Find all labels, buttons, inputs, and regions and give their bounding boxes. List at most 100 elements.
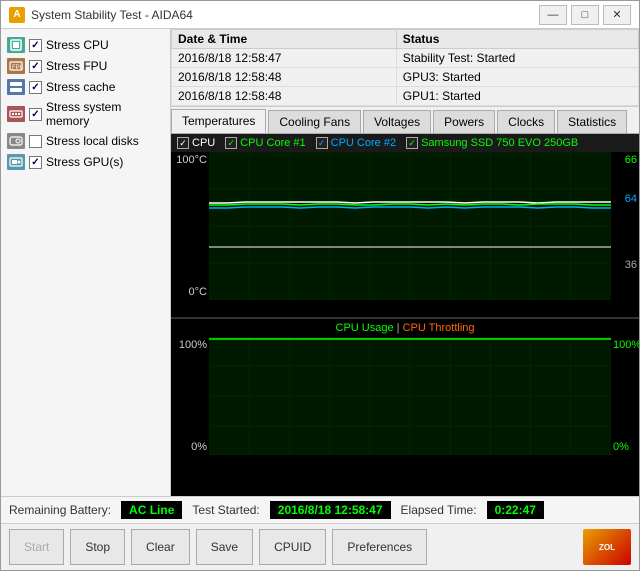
cb-stress-cpu[interactable]	[29, 39, 42, 52]
elapsed-label: Elapsed Time:	[401, 503, 477, 517]
memory-icon	[7, 106, 25, 122]
checkbox-stress-cpu[interactable]: Stress CPU	[7, 37, 164, 53]
window-title: System Stability Test - AIDA64	[31, 8, 539, 22]
label-stress-fpu: Stress FPU	[46, 59, 107, 73]
maximize-button[interactable]: □	[571, 5, 599, 25]
log-section: Date & Time Status 2016/8/18 12:58:47Sta…	[171, 29, 639, 107]
log-header-status: Status	[396, 30, 638, 49]
log-row: 2016/8/18 12:58:48GPU3: Started	[172, 68, 639, 87]
log-cell-datetime: 2016/8/18 12:58:48	[172, 68, 397, 87]
watermark-area: ZOL	[583, 529, 631, 565]
temp-label-0: 0°C	[173, 286, 207, 298]
legend-cpu-core2: CPU Core #2	[316, 137, 396, 149]
stop-button[interactable]: Stop	[70, 529, 125, 565]
cache-icon	[7, 79, 25, 95]
minimize-button[interactable]: —	[539, 5, 567, 25]
zol-text: ZOL	[599, 543, 615, 552]
tab-powers[interactable]: Powers	[433, 110, 495, 133]
title-bar: A System Stability Test - AIDA64 — □ ✕	[1, 1, 639, 29]
test-started-label: Test Started:	[192, 503, 259, 517]
log-row: 2016/8/18 12:58:48GPU1: Started	[172, 87, 639, 106]
fpu-icon: FPU	[7, 58, 25, 74]
elapsed-value: 0:22:47	[487, 501, 544, 519]
temp-label-100: 100°C	[173, 154, 207, 166]
cb-stress-gpu[interactable]	[29, 156, 42, 169]
label-stress-cache: Stress cache	[46, 80, 115, 94]
window-controls: — □ ✕	[539, 5, 631, 25]
temp-right-66: 66	[613, 154, 637, 166]
log-cell-status: GPU1: Started	[396, 87, 638, 106]
cpu-usage-label: CPU Usage	[336, 322, 394, 334]
save-button[interactable]: Save	[196, 529, 253, 565]
battery-label: Remaining Battery:	[9, 503, 111, 517]
clear-button[interactable]: Clear	[131, 529, 190, 565]
tab-voltages[interactable]: Voltages	[363, 110, 431, 133]
legend-ssd: Samsung SSD 750 EVO 250GB	[406, 137, 578, 149]
checkbox-stress-gpu[interactable]: Stress GPU(s)	[7, 154, 164, 170]
legend-cb-core1	[225, 137, 237, 149]
cpuid-button[interactable]: CPUID	[259, 529, 326, 565]
cb-stress-disks[interactable]	[29, 135, 42, 148]
app-icon: A	[9, 7, 25, 23]
checkbox-stress-fpu[interactable]: FPU Stress FPU	[7, 58, 164, 74]
legend-label-ssd: Samsung SSD 750 EVO 250GB	[421, 137, 578, 149]
start-button[interactable]: Start	[9, 529, 64, 565]
cpu-y-labels-left: 100% 0%	[171, 337, 209, 455]
svg-text:FPU: FPU	[12, 65, 23, 71]
zol-logo: ZOL	[583, 529, 631, 565]
checkbox-stress-disks[interactable]: Stress local disks	[7, 133, 164, 149]
charts-area: CPU CPU Core #1 CPU Core #2 Samsung	[171, 134, 639, 496]
checkbox-stress-memory[interactable]: Stress system memory	[7, 100, 164, 128]
right-panel: Date & Time Status 2016/8/18 12:58:47Sta…	[171, 29, 639, 496]
cpu-label-100: 100%	[173, 339, 207, 351]
temp-right-64: 64	[613, 193, 637, 205]
cpu-icon	[7, 37, 25, 53]
temp-legend: CPU CPU Core #1 CPU Core #2 Samsung	[171, 134, 639, 152]
close-button[interactable]: ✕	[603, 5, 631, 25]
temperature-chart: CPU CPU Core #1 CPU Core #2 Samsung	[171, 134, 639, 319]
cpu-throttling-label: CPU Throttling	[403, 322, 475, 334]
legend-cb-ssd	[406, 137, 418, 149]
cb-stress-memory[interactable]	[29, 108, 42, 121]
checkbox-stress-cache[interactable]: Stress cache	[7, 79, 164, 95]
cpu-right-100: 100%	[613, 339, 637, 351]
stress-options-panel: Stress CPU FPU Stress FPU Stress cache	[1, 29, 171, 496]
temp-chart-inner: 100°C 0°C 66 64 36	[171, 152, 639, 300]
cb-stress-cache[interactable]	[29, 81, 42, 94]
legend-label-core2: CPU Core #2	[331, 137, 396, 149]
temp-chart-svg-area	[209, 152, 611, 300]
tab-statistics[interactable]: Statistics	[557, 110, 627, 133]
gpu-icon	[7, 154, 25, 170]
legend-label-cpu: CPU	[192, 137, 215, 149]
label-stress-cpu: Stress CPU	[46, 38, 109, 52]
log-cell-datetime: 2016/8/18 12:58:48	[172, 87, 397, 106]
temp-y-labels-left: 100°C 0°C	[171, 152, 209, 300]
log-cell-status: GPU3: Started	[396, 68, 638, 87]
tabs-bar: Temperatures Cooling Fans Voltages Power…	[171, 107, 639, 134]
label-stress-disks: Stress local disks	[46, 134, 139, 148]
cpu-usage-chart: CPU Usage | CPU Throttling 100% 0% 100%	[171, 319, 639, 459]
tab-clocks[interactable]: Clocks	[497, 110, 555, 133]
main-content: Stress CPU FPU Stress FPU Stress cache	[1, 29, 639, 496]
label-stress-memory: Stress system memory	[46, 100, 164, 128]
log-header-datetime: Date & Time	[172, 30, 397, 49]
cpu-right-0: 0%	[613, 441, 637, 453]
log-table: Date & Time Status 2016/8/18 12:58:47Sta…	[171, 29, 639, 106]
log-cell-status: Stability Test: Started	[396, 49, 638, 68]
cpu-chart-svg-area	[209, 337, 611, 455]
cb-stress-fpu[interactable]	[29, 60, 42, 73]
cpu-chart-body: 100% 0% 100% 0%	[171, 337, 639, 455]
legend-cpu-core1: CPU Core #1	[225, 137, 305, 149]
disk-icon	[7, 133, 25, 149]
tab-temperatures[interactable]: Temperatures	[171, 109, 266, 133]
cpu-y-labels-right: 100% 0%	[611, 337, 639, 455]
main-window: A System Stability Test - AIDA64 — □ ✕ S…	[0, 0, 640, 571]
button-bar: Start Stop Clear Save CPUID Preferences …	[1, 523, 639, 570]
temp-y-labels-right: 66 64 36	[611, 152, 639, 300]
legend-label-core1: CPU Core #1	[240, 137, 305, 149]
battery-value: AC Line	[121, 501, 182, 519]
preferences-button[interactable]: Preferences	[332, 529, 427, 565]
test-started-value: 2016/8/18 12:58:47	[270, 501, 391, 519]
status-bar: Remaining Battery: AC Line Test Started:…	[1, 496, 639, 523]
tab-cooling-fans[interactable]: Cooling Fans	[268, 110, 361, 133]
